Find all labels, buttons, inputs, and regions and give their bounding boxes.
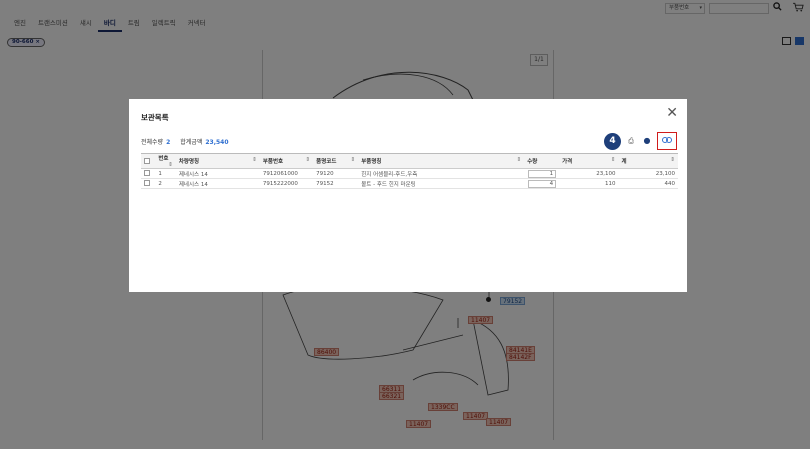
total-qty-label: 전체수량: [141, 139, 164, 146]
cell-vehicle: 제네시스 14: [175, 178, 260, 189]
saved-list-modal: 보관목록 ✕ 전체수량 2 합계금액 23,540 4 ⎙ ● 번호 ⇕ 차량명칭 ⇕ …: [129, 99, 687, 292]
row-checkbox[interactable]: [141, 178, 156, 189]
col-total[interactable]: 계 ⇕: [618, 153, 678, 169]
col-code[interactable]: 품명코드 ⇕: [313, 153, 359, 169]
cell-name: 힌지 어셈블리-후드,우측: [358, 168, 525, 179]
cell-name: 볼트 - 후드 힌지 마운팅: [358, 178, 525, 189]
cell-qty[interactable]: 1: [524, 168, 560, 179]
col-vehicle[interactable]: 차량명칭 ⇕: [175, 153, 260, 169]
table-row[interactable]: 1 제네시스 14 7912061000 79120 힌지 어셈블리-후드,우측…: [141, 168, 678, 179]
col-name[interactable]: 부품명칭 ⇕: [358, 153, 525, 169]
table-header: 번호 ⇕ 차량명칭 ⇕ 부품번호 ⇕ 품명코드 ⇕ 부품명칭 ⇕ 수량 가격 ⇕ 계 ⇕: [141, 153, 678, 169]
cell-qty[interactable]: 4: [524, 178, 560, 189]
link-icon[interactable]: [657, 132, 677, 150]
select-all-checkbox[interactable]: [141, 153, 156, 169]
col-price[interactable]: 가격 ⇕: [559, 153, 619, 169]
qty-input[interactable]: 4: [528, 179, 557, 188]
total-amount-label: 합계금액: [180, 139, 203, 146]
modal-actions: 4 ⎙ ●: [604, 132, 677, 150]
row-checkbox[interactable]: [141, 168, 156, 179]
save-icon[interactable]: ●: [641, 135, 653, 147]
cell-code: 79120: [313, 168, 359, 179]
summary: 전체수량 2 합계금액 23,540: [141, 137, 229, 146]
step-badge: 4: [604, 132, 621, 150]
cell-part-no: 7915222000: [259, 178, 314, 189]
print-icon[interactable]: ⎙: [625, 135, 637, 147]
total-amount-value: 23,540: [205, 139, 229, 146]
modal-title: 보관목록: [141, 113, 169, 122]
col-qty[interactable]: 수량: [524, 153, 560, 169]
cell-total: 440: [618, 178, 678, 189]
qty-input[interactable]: 1: [528, 169, 557, 178]
cell-part-no: 7912061000: [259, 168, 314, 179]
col-no[interactable]: 번호 ⇕: [155, 153, 176, 169]
total-qty: 전체수량 2: [141, 137, 170, 146]
cell-price: 110: [559, 178, 619, 189]
total-qty-value: 2: [166, 139, 171, 146]
cell-code: 79152: [313, 178, 359, 189]
col-part-no[interactable]: 부품번호 ⇕: [259, 153, 314, 169]
table-row[interactable]: 2 제네시스 14 7915222000 79152 볼트 - 후드 힌지 마운…: [141, 178, 678, 189]
cell-no: 2: [155, 178, 176, 189]
close-icon[interactable]: ✕: [666, 106, 678, 120]
cell-no: 1: [155, 168, 176, 179]
cell-price: 23,100: [559, 168, 619, 179]
total-amount: 합계금액 23,540: [180, 137, 228, 146]
saved-parts-table: 번호 ⇕ 차량명칭 ⇕ 부품번호 ⇕ 품명코드 ⇕ 부품명칭 ⇕ 수량 가격 ⇕ 계 ⇕ 1 …: [141, 153, 678, 189]
cell-vehicle: 제네시스 14: [175, 168, 260, 179]
cell-total: 23,100: [618, 168, 678, 179]
